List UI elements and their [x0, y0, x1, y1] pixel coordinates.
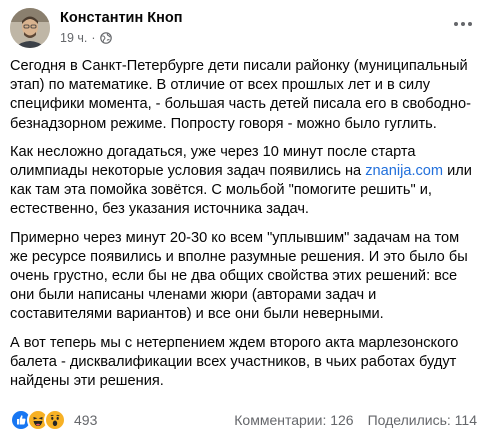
- post-time[interactable]: 19 ч.: [60, 31, 87, 45]
- meta-separator: ·: [91, 31, 96, 45]
- globe-icon[interactable]: [99, 32, 112, 44]
- shares-count[interactable]: Поделились: 114: [368, 412, 477, 428]
- comments-count[interactable]: Комментарии: 126: [234, 412, 353, 428]
- author-name[interactable]: Константин Кноп: [60, 10, 182, 26]
- avatar[interactable]: [10, 8, 50, 48]
- post-body: Сегодня в Санкт-Петербурге дети писали р…: [10, 57, 478, 400]
- post-footer: 493 Комментарии: 126 Поделились: 114: [10, 409, 477, 431]
- post-paragraph-2: Как несложно догадаться, уже через 10 ми…: [10, 143, 478, 220]
- reactions-summary[interactable]: 493: [10, 409, 97, 431]
- wow-reaction-icon: [44, 409, 66, 431]
- post-header: Константин Кноп 19 ч. ·: [10, 8, 475, 48]
- post-paragraph-3: Примерно через минут 20-30 ко всем "уплы…: [10, 229, 468, 323]
- post-paragraph-2-start: Как несложно догадаться, уже через 10 ми…: [10, 143, 416, 180]
- more-options-icon[interactable]: [451, 16, 475, 32]
- post-paragraph-4: А вот теперь мы с нетерпением ждем второ…: [10, 334, 459, 390]
- engagement-counts: Комментарии: 126 Поделились: 114: [234, 412, 477, 428]
- znanija-link[interactable]: znanija.com: [365, 163, 443, 179]
- post-paragraph-1: Сегодня в Санкт-Петербурге дети писали р…: [10, 58, 471, 132]
- post-meta: 19 ч. ·: [60, 31, 112, 45]
- reaction-count[interactable]: 493: [74, 412, 97, 428]
